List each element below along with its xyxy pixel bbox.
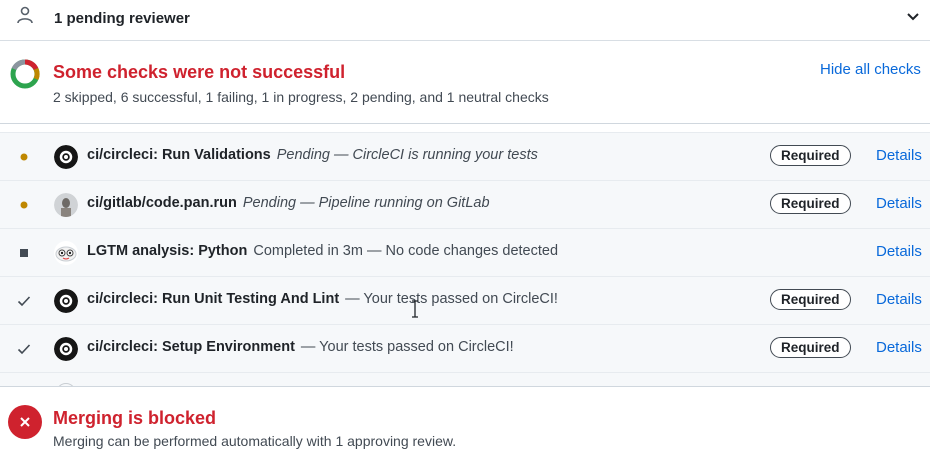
details-link[interactable]: Details — [876, 339, 922, 356]
check-row: ci/circleci: Run Unit Testing And Lint — … — [0, 277, 930, 325]
merge-description: Merging can be performed automatically w… — [53, 433, 457, 449]
check-name: ci/circleci: Run Unit Testing And Lint — [87, 291, 340, 307]
chevron-down-icon[interactable] — [906, 12, 920, 22]
checks-status-donut-icon — [10, 59, 40, 89]
check-row: ci/circleci: Run Validations Pending — Ci… — [0, 133, 930, 181]
checks-list[interactable]: ci/circleci: Run Validations Pending — Ci… — [0, 132, 930, 386]
required-badge: Required — [770, 193, 851, 214]
pending-dot-icon — [20, 201, 28, 209]
check-name: ci/circleci: Run Validations — [87, 147, 271, 163]
check-description: Pending — CircleCI is running your tests — [276, 147, 538, 163]
pr-merge-box: 1 pending reviewer Some checks were not … — [0, 0, 952, 465]
details-link[interactable]: Details — [876, 147, 922, 164]
pending-reviewer-row[interactable]: 1 pending reviewer — [0, 0, 930, 41]
pending-reviewer-text: 1 pending reviewer — [54, 10, 190, 27]
check-row: LGTM analysis: Python Completed in 3m — N… — [0, 229, 930, 277]
required-badge: Required — [770, 145, 851, 166]
check-row: ci/circleci: Setup Environment — Your tes… — [0, 325, 930, 373]
check-row-partial — [0, 373, 930, 386]
details-link[interactable]: Details — [876, 195, 922, 212]
circleci-avatar — [54, 289, 78, 313]
text-cursor-icon — [412, 300, 418, 318]
required-badge: Required — [770, 337, 851, 358]
details-link[interactable]: Details — [876, 291, 922, 308]
check-description: Completed in 3m — No code changes detect… — [253, 243, 559, 259]
hide-all-checks-link[interactable]: Hide all checks — [820, 61, 921, 78]
check-name: ci/circleci: Setup Environment — [87, 339, 295, 355]
checks-summary-header: Some checks were not successful 2 skippe… — [0, 41, 930, 124]
circleci-avatar — [54, 337, 78, 361]
check-name: ci/gitlab/code.pan.run — [87, 195, 237, 211]
person-icon — [17, 6, 33, 24]
details-link[interactable]: Details — [876, 243, 922, 260]
merge-status: Merging is blocked Merging can be perfor… — [0, 386, 930, 465]
neutral-square-icon — [20, 249, 28, 257]
checks-title: Some checks were not successful — [53, 62, 346, 82]
check-description: — Your tests passed on CircleCI! — [300, 339, 514, 355]
x-circle-icon — [8, 405, 42, 439]
lgtm-avatar — [54, 241, 78, 265]
checks-summary: 2 skipped, 6 successful, 1 failing, 1 in… — [53, 89, 549, 105]
check-icon — [17, 344, 31, 355]
check-name: LGTM analysis: Python — [87, 243, 248, 259]
check-description: — Your tests passed on CircleCI! — [345, 291, 558, 307]
check-description: Pending — Pipeline running on GitLab — [242, 195, 490, 211]
required-badge: Required — [770, 289, 851, 310]
check-row: ci/gitlab/code.pan.run Pending — Pipeline… — [0, 181, 930, 229]
merge-title: Merging is blocked — [53, 408, 217, 428]
gitlab-avatar — [54, 193, 78, 217]
pending-dot-icon — [20, 153, 28, 161]
check-icon — [17, 296, 31, 307]
circleci-avatar — [54, 145, 78, 169]
